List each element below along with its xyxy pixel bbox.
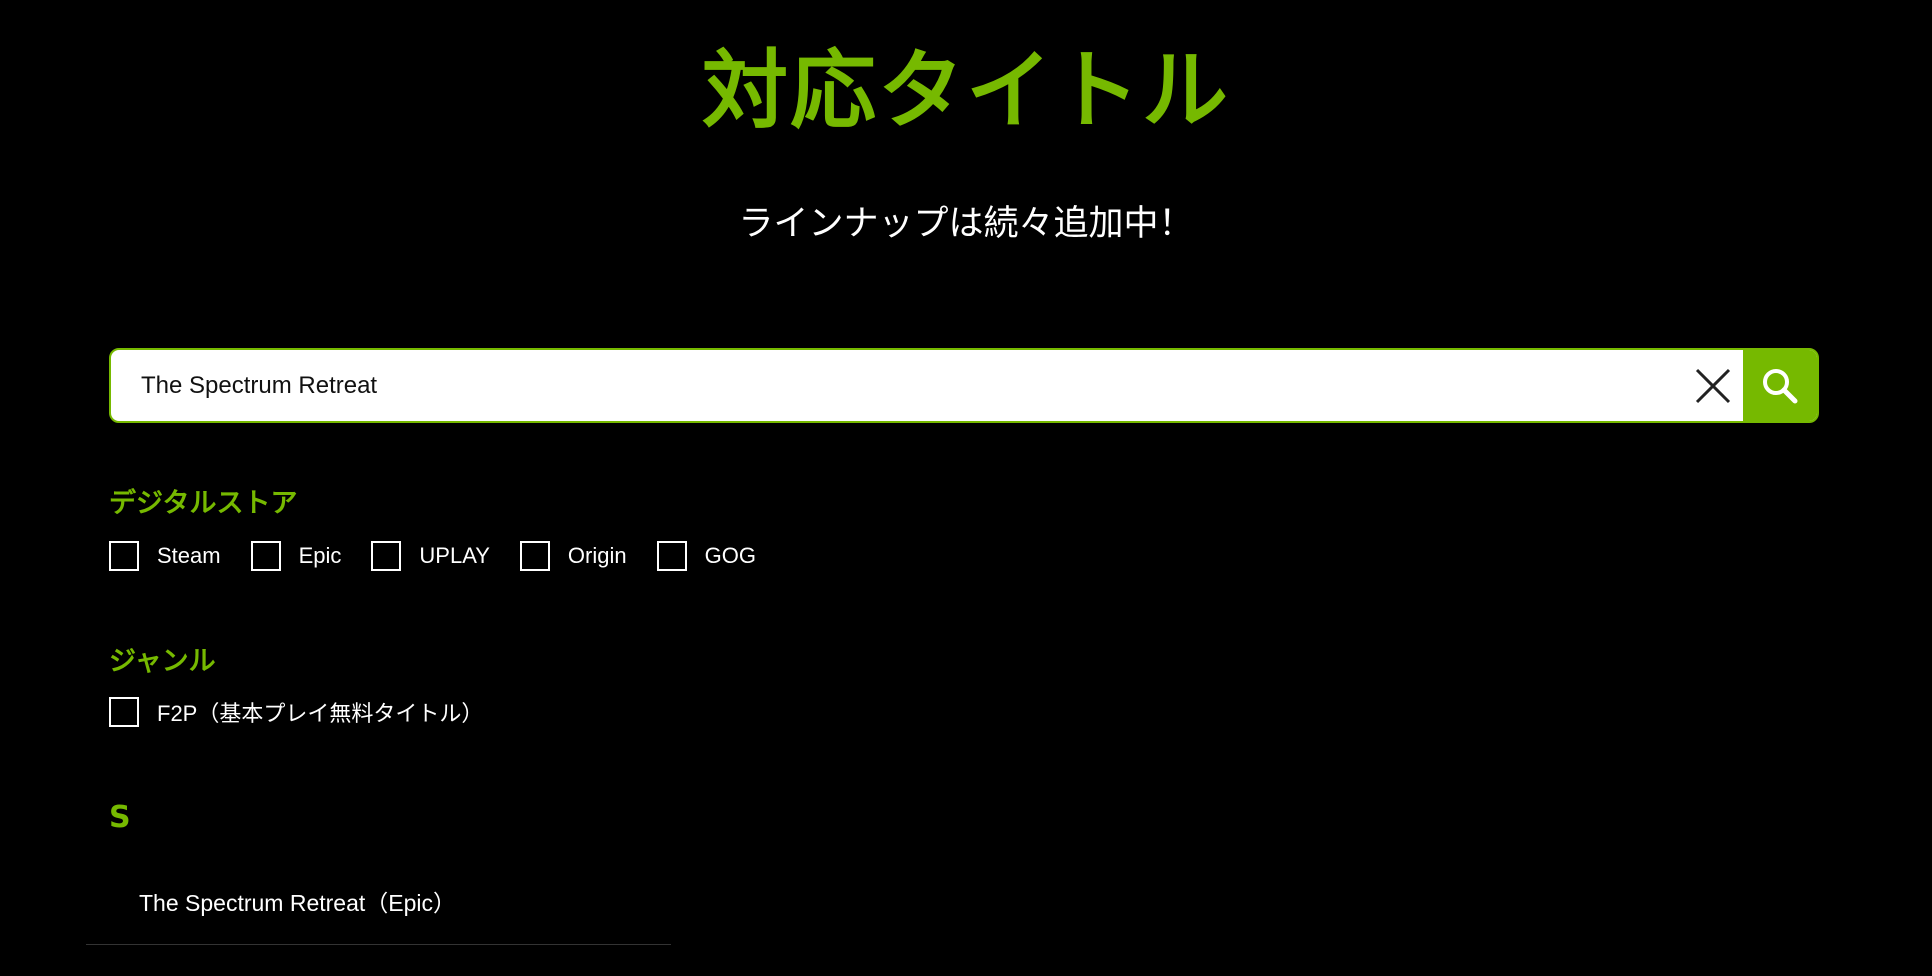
filter-label: Origin	[567, 543, 627, 568]
filter-label: F2P（基本プレイ無料タイトル）	[157, 701, 484, 726]
clear-search-button[interactable]	[1683, 350, 1743, 421]
filter-origin[interactable]: Origin	[519, 541, 627, 571]
close-icon	[1695, 368, 1731, 403]
genre-filter-row: F2P（基本プレイ無料タイトル）	[109, 694, 513, 730]
store-filter-heading: デジタルストア	[109, 488, 298, 519]
steam-checkbox[interactable]	[109, 541, 139, 571]
search-icon	[1763, 368, 1798, 403]
filter-epic[interactable]: Epic	[250, 541, 342, 571]
result-item[interactable]: The Spectrum Retreat（Epic）	[86, 875, 671, 945]
origin-checkbox[interactable]	[519, 541, 550, 571]
filter-label: Epic	[298, 543, 342, 568]
gog-checkbox[interactable]	[656, 541, 687, 571]
epic-checkbox[interactable]	[250, 541, 281, 571]
uplay-checkbox[interactable]	[371, 541, 402, 571]
search-button[interactable]	[1743, 350, 1817, 421]
page-subtitle: ラインナップは続々追加中！	[738, 204, 1194, 244]
filter-label: UPLAY	[419, 543, 490, 568]
filter-label: GOG	[704, 543, 756, 568]
page-title: 対応タイトル	[702, 41, 1230, 141]
filter-gog[interactable]: GOG	[656, 541, 756, 571]
result-letter-heading: S	[109, 800, 131, 835]
filter-steam[interactable]: Steam	[109, 541, 221, 571]
store-filter-row: Steam Epic UPLAY Origin GOG	[109, 538, 786, 574]
genre-filter-heading: ジャンル	[109, 646, 216, 677]
search-bar	[109, 348, 1819, 423]
f2p-checkbox[interactable]	[109, 697, 139, 727]
filter-label: Steam	[157, 543, 221, 568]
filter-uplay[interactable]: UPLAY	[371, 541, 490, 571]
search-input[interactable]	[111, 350, 1731, 421]
filter-f2p[interactable]: F2P（基本プレイ無料タイトル）	[109, 696, 483, 728]
